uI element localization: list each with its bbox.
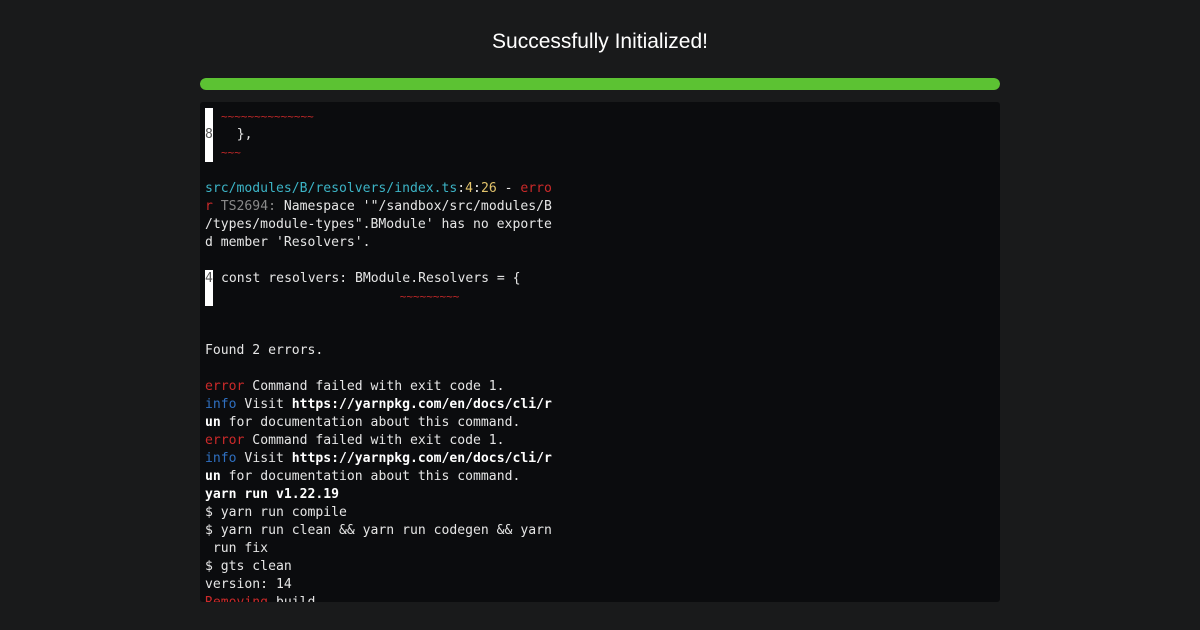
terminal-text: - [496,181,521,196]
terminal-line: 8 }, [205,126,552,144]
terminal-text: run fix [205,541,269,556]
terminal-lines: ~~~~~~~~~~~~~~ 8 }, ~~~ src/modules/B/reso… [205,108,552,602]
terminal-text: TS2694: [212,199,276,214]
terminal-text: for documentation about this command. [220,415,521,430]
terminal-text: info [205,451,237,466]
terminal-text: yarn run v1.22.19 [205,487,340,502]
terminal-text: : [473,181,481,196]
terminal-text: https://yarnpkg.com/en/docs/cli/r [291,451,552,466]
progress-bar-fill [200,78,1000,90]
line-number-gutter [205,108,213,126]
terminal-text: Found 2 errors. [205,343,324,358]
terminal-output[interactable]: ~~~~~~~~~~~~~~ 8 }, ~~~ src/modules/B/reso… [200,102,1000,602]
terminal-text: https://yarnpkg.com/en/docs/cli/r [291,397,552,412]
terminal-line: error Command failed with exit code 1. [205,378,552,396]
terminal-line: r TS2694: Namespace '"/sandbox/src/modul… [205,198,552,216]
terminal-text: un [205,415,221,430]
line-number-gutter: 4 [205,270,213,288]
terminal-text: Namespace '"/sandbox/src/modules/B [275,199,552,214]
terminal-text: 26 [480,181,497,196]
terminal-line: run fix [205,540,552,558]
terminal-text: build [268,595,315,602]
terminal-text: }, [221,127,253,142]
terminal-text: const resolvers: BModule.Resolvers = { [221,271,521,286]
terminal-text: Visit [236,397,292,412]
terminal-text: $ yarn run compile [205,505,347,520]
terminal-text: ~~~~~~~~~~~~~~ [221,110,314,123]
terminal-line: d member 'Resolvers'. [205,234,552,252]
terminal-text: : [457,181,466,196]
terminal-text: $ yarn run clean && yarn run codegen && … [205,523,552,538]
terminal-line: ~~~~~~~~~ [205,288,552,306]
terminal-text: Removing [205,595,268,602]
terminal-text: info [205,397,237,412]
terminal-line: Removing build [205,594,552,602]
terminal-text: un [205,469,221,484]
terminal-line: un for documentation about this command. [205,414,552,432]
terminal-line: version: 14 [205,576,552,594]
terminal-text: $ gts clean [205,559,292,574]
terminal-line: Found 2 errors. [205,342,552,360]
terminal-line: yarn run v1.22.19 [205,486,552,504]
line-number-gutter [205,144,213,162]
terminal-line: error Command failed with exit code 1. [205,432,552,450]
terminal-text: erro [520,181,552,196]
terminal-line: info Visit https://yarnpkg.com/en/docs/c… [205,450,552,468]
terminal-text: d member 'Resolvers'. [205,235,371,250]
terminal-text: ~~~~~~~~~ [221,290,460,303]
page: Successfully Initialized! ~~~~~~~~~~~~~~… [0,0,1200,630]
terminal-line: $ yarn run clean && yarn run codegen && … [205,522,552,540]
line-number-gutter: 8 [205,126,213,144]
terminal-text: ~~~ [221,146,241,159]
terminal-text: version: 14 [205,577,292,592]
terminal-line: $ gts clean [205,558,552,576]
terminal-line: /types/module-types".BModule' has no exp… [205,216,552,234]
terminal-text: Visit [236,451,292,466]
terminal-line: info Visit https://yarnpkg.com/en/docs/c… [205,396,552,414]
terminal-text: error [205,379,245,394]
terminal-line: 4 const resolvers: BModule.Resolvers = { [205,270,552,288]
terminal-text: error [205,433,245,448]
terminal-text: src/modules/B/resolvers/index.ts [205,181,458,196]
terminal-text: for documentation about this command. [220,469,521,484]
terminal-text: Command failed with exit code 1. [244,433,505,448]
terminal-text: r [205,199,213,214]
terminal-line: ~~~~~~~~~~~~~~ [205,108,552,126]
terminal-text: /types/module-types".BModule' has no exp… [205,217,552,232]
terminal-text: 4 [465,181,474,196]
terminal-line: $ yarn run compile [205,504,552,522]
line-number-gutter [205,288,213,306]
terminal-text: Command failed with exit code 1. [244,379,505,394]
terminal-line: un for documentation about this command. [205,468,552,486]
page-title: Successfully Initialized! [492,30,708,53]
terminal-line: ~~~ [205,144,552,162]
progress-bar [200,78,1000,90]
terminal-line: src/modules/B/resolvers/index.ts:4:26 - … [205,180,552,198]
